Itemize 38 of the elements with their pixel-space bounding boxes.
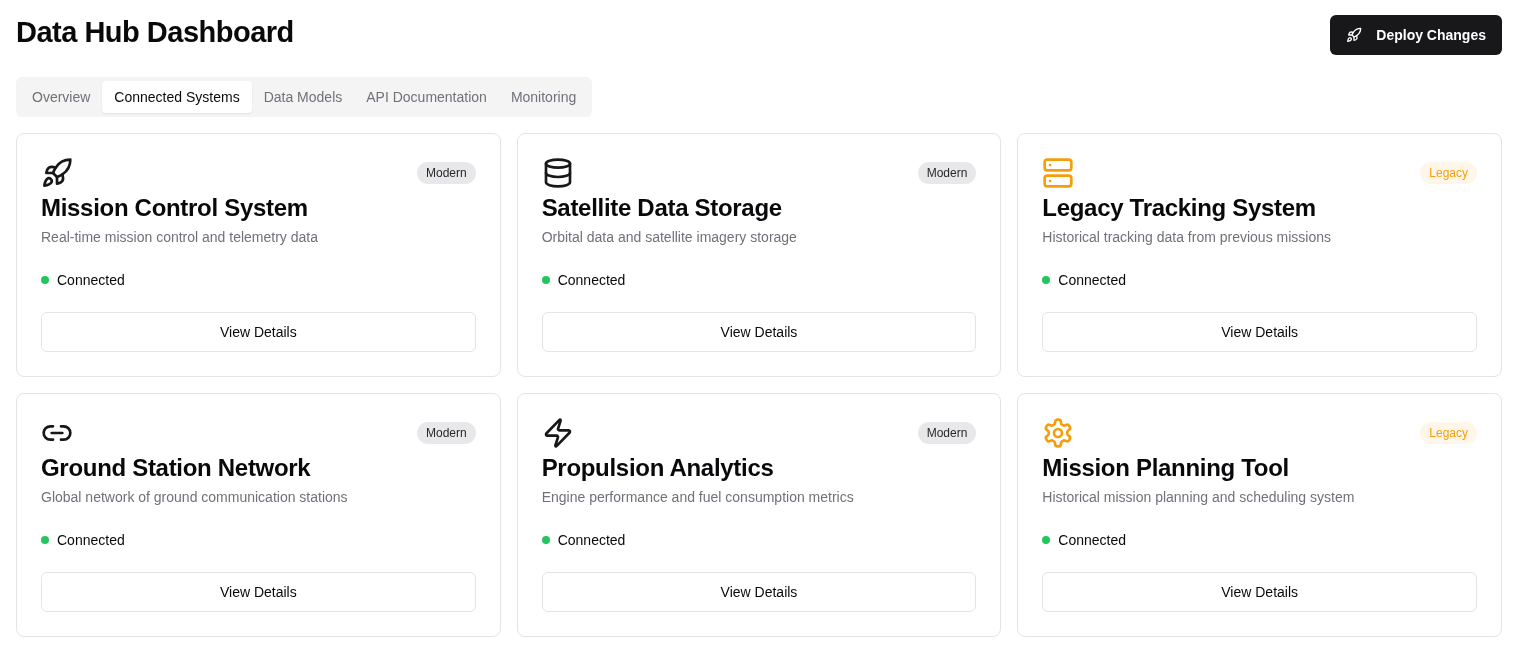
status-text: Connected — [557, 272, 626, 288]
system-description: Orbital data and satellite imagery storage — [541, 229, 798, 245]
tier-badge: Legacy — [1420, 162, 1477, 184]
system-description: Engine performance and fuel consumption metrics — [541, 489, 855, 505]
system-name: Legacy Tracking System — [1042, 193, 1317, 223]
tab[interactable]: Overview — [20, 81, 103, 113]
view-details-button[interactable]: View Details — [541, 312, 977, 352]
system-name: Mission Planning Tool — [1042, 453, 1290, 483]
system-description: Global network of ground communication stations — [41, 489, 349, 505]
tier-badge: Modern — [416, 422, 476, 444]
tier-badge: Legacy — [1420, 422, 1477, 444]
system-name: Propulsion Analytics — [541, 453, 775, 483]
system-name: Mission Control System — [41, 193, 309, 223]
view-details-button[interactable]: View Details — [41, 572, 476, 612]
tab[interactable]: API Documentation — [354, 81, 499, 113]
view-details-button[interactable]: View Details — [1042, 312, 1477, 352]
system-description: Real-time mission control and telemetry data — [41, 229, 319, 245]
rocket-icon — [1346, 27, 1363, 43]
status-text: Connected — [57, 272, 125, 288]
tier-badge: Modern — [917, 422, 977, 444]
system-description: Historical mission planning and scheduling system — [1042, 489, 1356, 505]
view-details-button[interactable]: View Details — [41, 312, 476, 352]
status-text: Connected — [557, 532, 626, 548]
tab[interactable]: Data Models — [251, 81, 355, 113]
tier-badge: Modern — [416, 162, 476, 184]
tier-badge: Modern — [917, 162, 977, 184]
tab[interactable]: Monitoring — [498, 81, 589, 113]
tab[interactable]: Connected Systems — [102, 81, 252, 113]
view-details-button[interactable]: View Details — [541, 572, 977, 612]
status-text: Connected — [1058, 272, 1127, 288]
system-name: Satellite Data Storage — [541, 193, 783, 223]
page-title: Data Hub Dashboard — [16, 15, 294, 49]
system-description: Historical tracking data from previous missions — [1042, 229, 1332, 245]
system-name: Ground Station Network — [41, 453, 312, 483]
view-details-button[interactable]: View Details — [1042, 572, 1477, 612]
deploy-button[interactable]: Deploy Changes — [1330, 15, 1502, 55]
status-text: Connected — [1058, 532, 1127, 548]
status-text: Connected — [57, 532, 125, 548]
